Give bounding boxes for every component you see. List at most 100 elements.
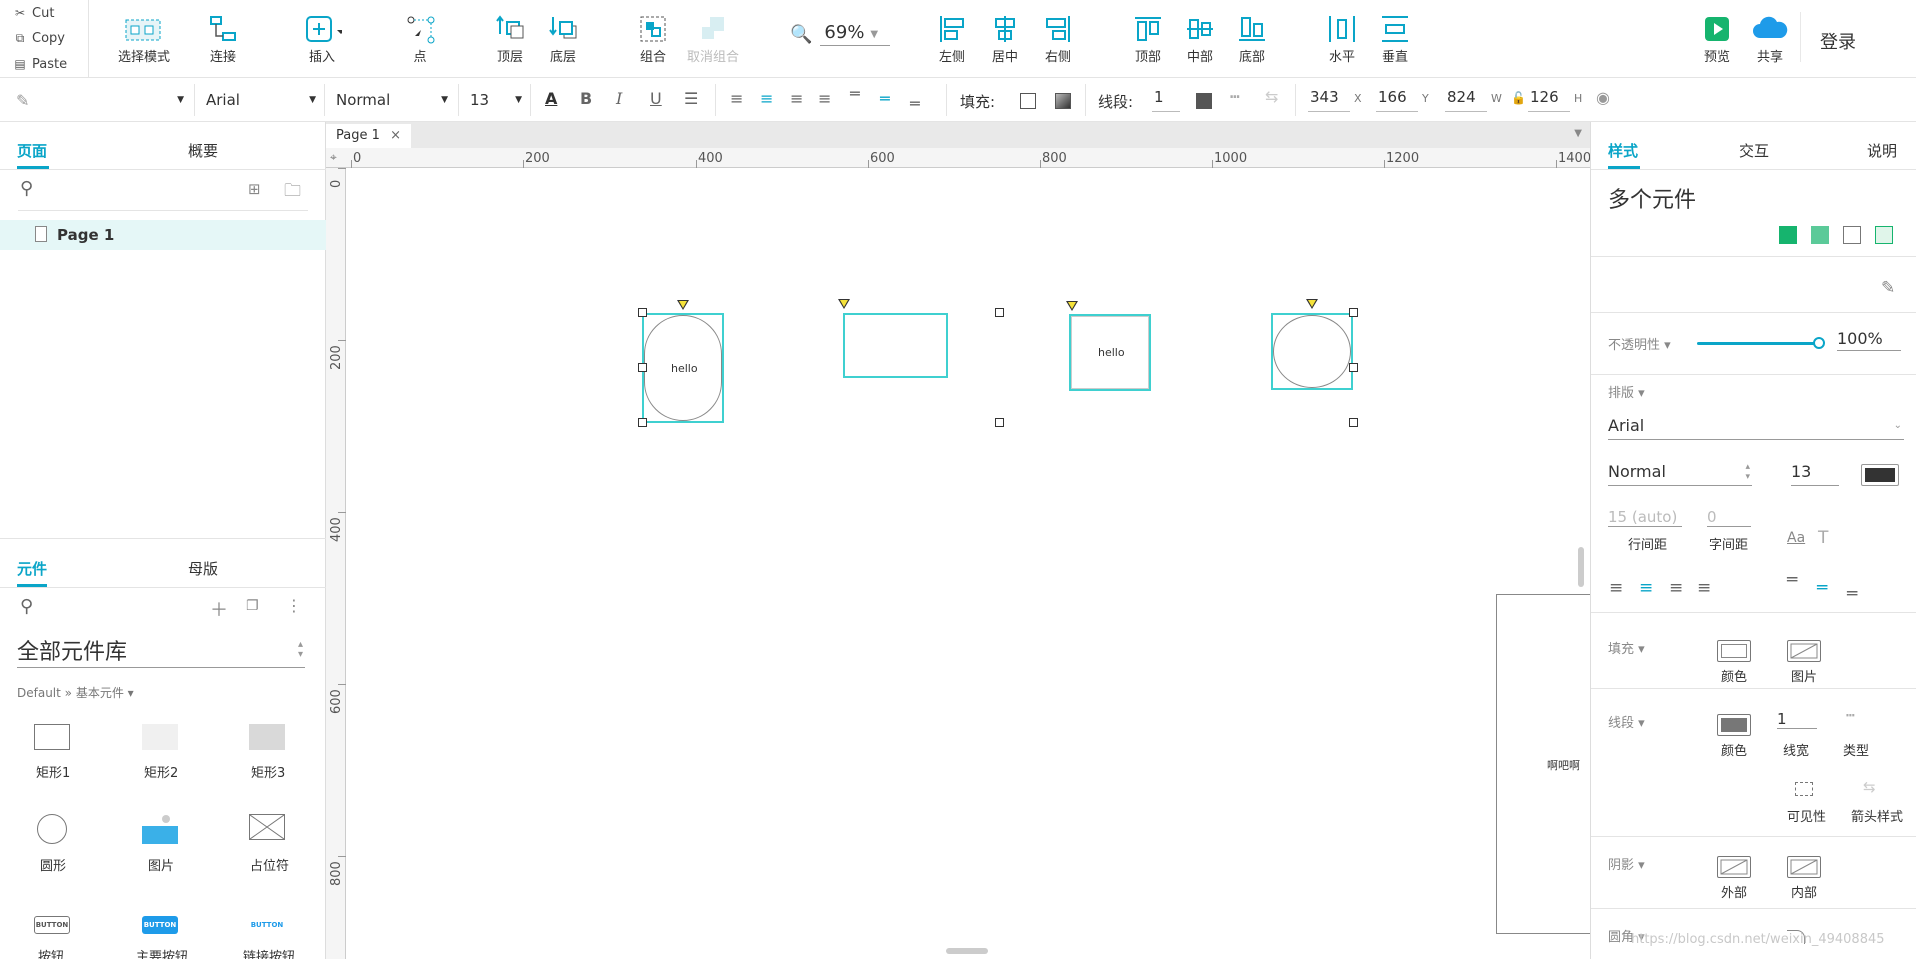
cut-button[interactable]: ✂ Cut bbox=[14, 3, 54, 23]
folder-icon[interactable]: 🗀 bbox=[284, 178, 301, 207]
resize-handle[interactable] bbox=[638, 308, 647, 317]
bool-intersect-icon[interactable] bbox=[1843, 226, 1861, 244]
button-icon[interactable]: BUTTON bbox=[34, 916, 70, 934]
arrow-style-icon[interactable]: ⇆ bbox=[1863, 778, 1876, 796]
primary-button-icon[interactable]: BUTTON bbox=[142, 916, 178, 934]
font-family-select[interactable]: Arial ▼ bbox=[206, 88, 316, 112]
tab-style[interactable]: 样式 bbox=[1608, 140, 1638, 161]
inner-shadow-icon[interactable] bbox=[1787, 856, 1821, 878]
fill-image-icon[interactable] bbox=[1787, 640, 1821, 662]
search-icon[interactable]: ⚲ bbox=[20, 596, 33, 617]
add-page-icon[interactable]: ⊞ bbox=[248, 180, 261, 198]
resize-handle[interactable] bbox=[1349, 308, 1358, 317]
stroke-color-swatch[interactable] bbox=[1196, 93, 1212, 109]
italic-icon[interactable]: I bbox=[616, 89, 622, 108]
distribute-horizontal-button[interactable]: 水平 bbox=[1322, 12, 1362, 65]
valign-top-icon[interactable]: ═ bbox=[1787, 570, 1797, 590]
link-button-icon[interactable]: BUTTON bbox=[249, 916, 285, 934]
chevron-down-icon[interactable]: ▼ bbox=[1574, 128, 1582, 139]
login-link[interactable]: 登录 bbox=[1820, 28, 1856, 54]
insert-button[interactable]: 插入 bbox=[302, 12, 342, 65]
align-text-left-icon[interactable]: ≡ bbox=[730, 89, 743, 108]
text-color-icon[interactable]: A bbox=[545, 89, 557, 108]
y-input[interactable]: 166 bbox=[1376, 88, 1418, 112]
fill-gradient-swatch[interactable] bbox=[1055, 93, 1071, 109]
visibility-icon[interactable] bbox=[1795, 782, 1813, 796]
zoom-control[interactable]: 🔍 69% ▼ bbox=[790, 22, 891, 46]
bring-to-front-button[interactable]: 顶层 bbox=[490, 12, 530, 65]
resize-handle[interactable] bbox=[995, 308, 1004, 317]
resize-handle[interactable] bbox=[1349, 363, 1358, 372]
opacity-slider-knob[interactable] bbox=[1813, 337, 1825, 349]
outer-shadow-icon[interactable] bbox=[1717, 856, 1751, 878]
align-text-right-icon[interactable]: ≡ bbox=[1669, 578, 1683, 598]
align-text-right-icon[interactable]: ≡ bbox=[790, 89, 803, 108]
library-icon[interactable]: ❐ bbox=[246, 598, 259, 614]
library-select[interactable]: 全部元件库 ▴ ▾ bbox=[17, 634, 305, 668]
align-text-center-icon[interactable]: ≡ bbox=[760, 89, 773, 108]
fill-color-swatch[interactable] bbox=[1717, 640, 1751, 662]
font-family-select[interactable]: Arial ⌄ bbox=[1608, 416, 1904, 440]
valign-top-icon[interactable]: ═ bbox=[850, 84, 860, 103]
edit-style-icon[interactable]: ✎ bbox=[1881, 278, 1895, 298]
stroke-dash-icon[interactable]: ┅ bbox=[1846, 708, 1854, 724]
font-size-select[interactable]: 13 ▼ bbox=[470, 88, 522, 112]
search-icon[interactable]: ⚲ bbox=[20, 178, 33, 199]
lock-icon[interactable]: 🔓 bbox=[1511, 91, 1526, 105]
stroke-width-input[interactable]: 1 bbox=[1777, 710, 1817, 729]
opacity-slider[interactable] bbox=[1697, 342, 1819, 345]
fill-color-swatch[interactable] bbox=[1020, 93, 1036, 109]
resize-handle[interactable] bbox=[995, 418, 1004, 427]
align-bottom-button[interactable]: 底部 bbox=[1232, 12, 1272, 65]
rect2-icon[interactable] bbox=[142, 724, 178, 750]
text-color-swatch[interactable] bbox=[1861, 464, 1899, 486]
bullet-list-icon[interactable]: ☰ bbox=[684, 89, 698, 108]
placeholder-icon[interactable] bbox=[249, 814, 285, 840]
share-button[interactable]: 共享 bbox=[1750, 12, 1790, 65]
x-input[interactable]: 343 bbox=[1308, 88, 1350, 112]
style-select[interactable]: ✎ ▼ bbox=[16, 88, 184, 112]
add-icon[interactable]: ＋ bbox=[210, 596, 228, 622]
font-weight-select[interactable]: Normal ▼ bbox=[336, 88, 448, 112]
height-input[interactable]: 126 bbox=[1528, 88, 1570, 112]
eye-icon[interactable]: ◉ bbox=[1596, 88, 1610, 107]
tab-pages[interactable]: 页面 bbox=[17, 140, 47, 161]
align-center-button[interactable]: 居中 bbox=[985, 12, 1025, 65]
bool-union-icon[interactable] bbox=[1779, 226, 1797, 244]
underline-icon[interactable]: U bbox=[650, 89, 662, 108]
triangle-marker-icon[interactable] bbox=[1066, 301, 1078, 311]
ungroup-button[interactable]: 取消组合 bbox=[687, 12, 739, 65]
rect1-icon[interactable] bbox=[34, 724, 70, 750]
rectangle-shape[interactable] bbox=[843, 313, 948, 378]
font-size-input[interactable]: 13 bbox=[1791, 462, 1839, 486]
tab-outline[interactable]: 概要 bbox=[188, 140, 218, 161]
font-weight-select[interactable]: Normal ▴ ▾ bbox=[1608, 462, 1752, 486]
resize-handle[interactable] bbox=[638, 418, 647, 427]
send-to-back-button[interactable]: 底层 bbox=[543, 12, 583, 65]
zoom-value[interactable]: 69% bbox=[820, 22, 891, 46]
preview-button[interactable]: 预览 bbox=[1697, 12, 1737, 65]
text-case-icon[interactable]: Aa bbox=[1787, 530, 1805, 546]
stroke-width-input[interactable]: 1 bbox=[1152, 88, 1180, 112]
tab-notes[interactable]: 说明 bbox=[1867, 140, 1897, 161]
valign-bottom-icon[interactable]: ═ bbox=[910, 94, 920, 113]
tab-masters[interactable]: 母版 bbox=[188, 558, 218, 579]
rect3-icon[interactable] bbox=[249, 724, 285, 750]
connect-button[interactable]: 连接 bbox=[203, 12, 243, 65]
arrow-style-icon[interactable]: ⇆ bbox=[1265, 87, 1278, 106]
line-height-input[interactable]: 15 (auto) bbox=[1608, 508, 1682, 527]
vertical-scrollbar[interactable] bbox=[1578, 547, 1584, 587]
resize-handle[interactable] bbox=[638, 363, 647, 372]
square-shape[interactable]: hello bbox=[1069, 314, 1151, 391]
align-text-center-icon[interactable]: ≡ bbox=[1639, 578, 1653, 598]
group-button[interactable]: 组合 bbox=[633, 12, 673, 65]
horizontal-scrollbar[interactable] bbox=[946, 948, 988, 954]
width-input[interactable]: 824 bbox=[1445, 88, 1487, 112]
document-tab[interactable]: Page 1 × bbox=[326, 124, 411, 148]
justify-text-icon[interactable]: ≡ bbox=[818, 89, 831, 108]
image-icon[interactable] bbox=[142, 812, 178, 844]
triangle-marker-icon[interactable] bbox=[838, 299, 850, 309]
tab-interactions[interactable]: 交互 bbox=[1739, 140, 1769, 161]
point-button[interactable]: 点 bbox=[400, 12, 440, 65]
bool-exclude-icon[interactable] bbox=[1875, 226, 1893, 244]
